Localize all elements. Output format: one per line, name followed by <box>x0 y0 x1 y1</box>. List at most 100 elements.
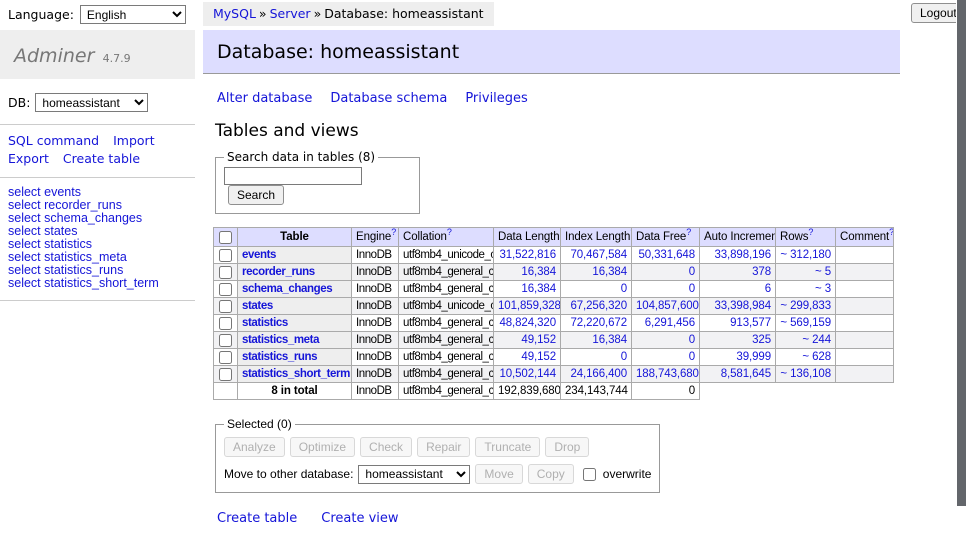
help-link[interactable]: ? <box>889 228 893 238</box>
scrollbar-thumb[interactable] <box>957 0 966 506</box>
sidebar-action-link[interactable]: Import <box>113 132 155 150</box>
index_length-link[interactable]: 67,256,320 <box>570 300 627 312</box>
data_free-link[interactable]: 188,743,680 <box>636 368 699 380</box>
sidebar-action-link[interactable]: Export <box>8 150 49 168</box>
row-checkbox[interactable] <box>219 266 232 279</box>
move-label: Move to other database: <box>224 467 353 481</box>
auto_increment-link[interactable]: 913,577 <box>730 317 771 329</box>
sidebar-action-link[interactable]: SQL command <box>8 132 99 150</box>
rows-link[interactable]: ~ 628 <box>802 351 831 363</box>
selected-action-button[interactable]: Drop <box>545 437 589 457</box>
auto_increment-link[interactable]: 39,999 <box>736 351 771 363</box>
index_length-link[interactable]: 24,166,400 <box>570 368 627 380</box>
cell-data_length: 16,384 <box>494 264 561 281</box>
help-link[interactable]: ? <box>391 228 396 238</box>
index_length-link[interactable]: 72,220,672 <box>570 317 627 329</box>
data_length-link[interactable]: 49,152 <box>521 334 556 346</box>
auto_increment-link[interactable]: 33,898,196 <box>714 249 771 261</box>
breadcrumb-link-server[interactable]: Server <box>270 6 311 21</box>
selected-action-button[interactable]: Optimize <box>290 437 355 457</box>
help-link[interactable]: ? <box>686 228 691 238</box>
row-checkbox[interactable] <box>219 351 232 364</box>
tables-table: TableEngine?Collation?Data Length?Index … <box>213 227 894 400</box>
auto_increment-link[interactable]: 8,581,645 <box>721 368 771 380</box>
data_free-link[interactable]: 0 <box>689 266 695 278</box>
data_free-link[interactable]: 50,331,648 <box>638 249 695 261</box>
data_length-link[interactable]: 31,522,816 <box>499 249 556 261</box>
cell-engine: InnoDB <box>352 264 399 281</box>
table-name-link[interactable]: statistics_meta <box>242 334 319 346</box>
row-checkbox[interactable] <box>219 334 232 347</box>
row-checkbox[interactable] <box>219 249 232 262</box>
row-checkbox[interactable] <box>219 283 232 296</box>
database-action-link[interactable]: Privileges <box>465 91 528 106</box>
data_free-link[interactable]: 6,291,456 <box>645 317 695 329</box>
rows-link[interactable]: ~ 299,833 <box>780 300 831 312</box>
language-select[interactable]: English <box>80 5 186 24</box>
db-label: DB: <box>8 95 30 110</box>
table-name-link[interactable]: schema_changes <box>242 283 332 295</box>
table-name-link[interactable]: events <box>242 249 276 261</box>
copy-button[interactable]: Copy <box>528 464 574 484</box>
database-action-link[interactable]: Alter database <box>217 91 312 106</box>
move-database-select[interactable]: homeassistant <box>358 465 470 484</box>
help-link[interactable]: ? <box>447 228 452 238</box>
data_length-link[interactable]: 101,859,328 <box>498 300 561 312</box>
selected-action-button[interactable]: Repair <box>417 437 470 457</box>
total-engine-cell: InnoDB <box>352 383 399 400</box>
auto_increment-link[interactable]: 378 <box>752 266 771 278</box>
sidebar-action-link[interactable]: Create table <box>63 150 140 168</box>
index_length-link[interactable]: 0 <box>621 351 627 363</box>
table-name-link[interactable]: statistics_short_term <box>242 368 350 380</box>
row-checkbox[interactable] <box>219 368 232 381</box>
database-action-link[interactable]: Database schema <box>330 91 447 106</box>
create-link[interactable]: Create view <box>321 511 398 526</box>
data_length-link[interactable]: 49,152 <box>521 351 556 363</box>
breadcrumb-link-mysql[interactable]: MySQL <box>213 6 256 21</box>
rows-link[interactable]: ~ 569,159 <box>780 317 831 329</box>
help-link[interactable]: ? <box>808 228 813 238</box>
data_free-link[interactable]: 0 <box>689 283 695 295</box>
rows-link[interactable]: ~ 136,108 <box>780 368 831 380</box>
selected-action-button[interactable]: Analyze <box>224 437 285 457</box>
data_free-link[interactable]: 0 <box>689 334 695 346</box>
index_length-link[interactable]: 16,384 <box>592 266 627 278</box>
row-checkbox[interactable] <box>219 317 232 330</box>
selected-action-button[interactable]: Truncate <box>475 437 540 457</box>
total-empty-cell <box>700 383 776 400</box>
table-name-link[interactable]: states <box>242 300 273 312</box>
scrollbar-track[interactable] <box>956 0 966 543</box>
data_length-link[interactable]: 10,502,144 <box>499 368 556 380</box>
rows-link[interactable]: ~ 5 <box>815 266 831 278</box>
rows-link[interactable]: ~ 244 <box>802 334 831 346</box>
db-select[interactable]: homeassistant <box>35 93 148 112</box>
overwrite-checkbox[interactable] <box>583 468 596 481</box>
sidebar-table-link[interactable]: select statistics_short_term <box>8 277 187 290</box>
index_length-link[interactable]: 0 <box>621 283 627 295</box>
search-input[interactable] <box>224 167 362 185</box>
auto_increment-link[interactable]: 325 <box>752 334 771 346</box>
index_length-link[interactable]: 70,467,584 <box>570 249 627 261</box>
data_length-link[interactable]: 16,384 <box>521 283 556 295</box>
row-checkbox[interactable] <box>219 300 232 313</box>
index_length-link[interactable]: 16,384 <box>592 334 627 346</box>
select-all-checkbox[interactable] <box>219 231 232 244</box>
rows-link[interactable]: ~ 312,180 <box>780 249 831 261</box>
language-row: Language: English <box>8 5 186 24</box>
auto_increment-link[interactable]: 33,398,984 <box>714 300 771 312</box>
table-name-link[interactable]: statistics <box>242 317 288 329</box>
selected-action-button[interactable]: Check <box>360 437 412 457</box>
data_free-link[interactable]: 104,857,600 <box>636 300 699 312</box>
table-name-link[interactable]: recorder_runs <box>242 266 315 278</box>
create-link[interactable]: Create table <box>217 511 297 526</box>
move-button[interactable]: Move <box>475 464 522 484</box>
data_free-link[interactable]: 0 <box>689 351 695 363</box>
cell-rows: ~ 299,833 <box>776 298 836 315</box>
auto_increment-link[interactable]: 6 <box>765 283 771 295</box>
rows-link[interactable]: ~ 3 <box>815 283 831 295</box>
search-button[interactable]: Search <box>228 185 284 205</box>
breadcrumb-current: Database: homeassistant <box>324 6 483 21</box>
data_length-link[interactable]: 16,384 <box>521 266 556 278</box>
data_length-link[interactable]: 48,824,320 <box>499 317 556 329</box>
table-name-link[interactable]: statistics_runs <box>242 351 317 363</box>
